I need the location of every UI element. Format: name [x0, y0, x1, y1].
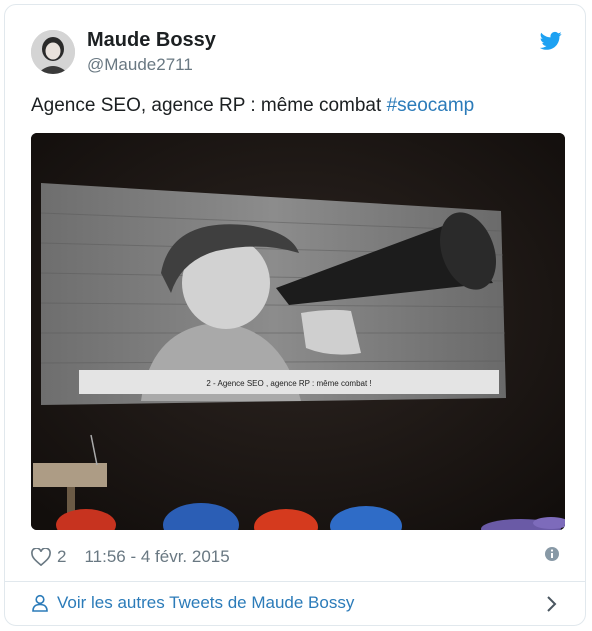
avatar[interactable] [31, 30, 75, 74]
chevron-right-icon[interactable] [545, 594, 559, 614]
tweet-timestamp[interactable]: 11:56 - 4 févr. 2015 [84, 547, 229, 567]
slide-caption: 2 - Agence SEO , agence RP : même combat… [206, 379, 371, 388]
tweet-meta: 2 11:56 - 4 févr. 2015 [31, 545, 230, 569]
twitter-bird-icon[interactable] [540, 31, 562, 51]
more-tweets-link[interactable]: Voir les autres Tweets de Maude Bossy [31, 593, 354, 613]
like-count[interactable]: 2 [57, 547, 66, 567]
info-icon[interactable] [544, 546, 560, 562]
author-handle[interactable]: @Maude2711 [87, 55, 193, 75]
tweet-text: Agence SEO, agence RP : même combat #seo… [31, 95, 474, 117]
tweet-body: Agence SEO, agence RP : même combat [31, 95, 387, 116]
divider [5, 581, 585, 582]
person-icon [32, 594, 48, 612]
tweet-photo[interactable]: 2 - Agence SEO , agence RP : même combat… [31, 133, 565, 530]
hashtag-link[interactable]: #seocamp [387, 95, 475, 116]
author-name[interactable]: Maude Bossy [87, 29, 216, 52]
more-tweets-label: Voir les autres Tweets de Maude Bossy [57, 593, 355, 612]
tweet-card: Maude Bossy @Maude2711 Agence SEO, agenc… [4, 4, 586, 626]
heart-icon[interactable] [31, 548, 51, 566]
